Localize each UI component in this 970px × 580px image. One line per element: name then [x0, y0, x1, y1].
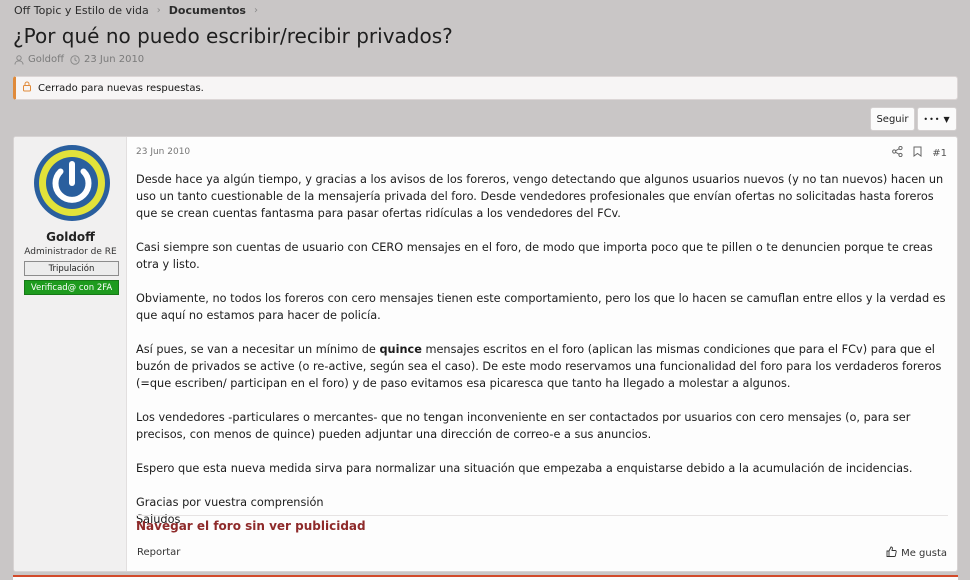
breadcrumb: Off Topic y Estilo de vida › Documentos … — [14, 4, 266, 17]
post-paragraph: Casi siempre son cuentas de usuario con … — [136, 241, 933, 271]
clock-icon — [70, 54, 80, 65]
crew-badge: Tripulación — [24, 261, 119, 276]
user-icon — [14, 54, 24, 65]
like-label: Me gusta — [901, 547, 947, 559]
follow-button[interactable]: Seguir — [870, 107, 915, 131]
post: Goldoff Administrador de RE Tripulación … — [13, 136, 958, 572]
post-number-link[interactable]: #1 — [932, 148, 947, 159]
power-icon — [34, 145, 110, 221]
next-post-edge — [13, 575, 958, 580]
breadcrumb-parent-link[interactable]: Off Topic y Estilo de vida — [14, 4, 149, 17]
post-paragraph: Desde hace ya algún tiempo, y gracias a … — [136, 173, 944, 220]
post-body: Desde hace ya algún tiempo, y gracias a … — [136, 171, 948, 528]
share-icon[interactable] — [892, 145, 903, 160]
avatar[interactable] — [33, 144, 111, 222]
signature-divider — [136, 515, 948, 516]
post-paragraph: Obviamente, no todos los foreros con cer… — [136, 292, 946, 322]
user-title: Administrador de RE — [24, 247, 117, 257]
chevron-right-icon: › — [156, 5, 161, 16]
like-button[interactable]: Me gusta — [886, 546, 947, 560]
thread-author-link[interactable]: Goldoff — [28, 54, 64, 65]
page-title: ¿Por qué no puedo escribir/recibir priva… — [13, 24, 453, 48]
lock-icon — [22, 81, 32, 95]
signature-link[interactable]: Navegar el foro sin ver publicidad — [136, 519, 366, 533]
report-link[interactable]: Reportar — [137, 547, 180, 558]
post-paragraph: Los vendedores -particulares o mercantes… — [136, 411, 911, 441]
more-options-button[interactable]: ••• ▼ — [917, 107, 957, 131]
post-text-bold: quince — [379, 343, 422, 356]
post-text: Así pues, se van a necesitar un mínimo d… — [136, 343, 380, 356]
caret-down-icon: ▼ — [943, 114, 951, 124]
post-paragraph: Espero que esta nueva medida sirva para … — [136, 462, 913, 475]
bookmark-icon[interactable] — [913, 146, 922, 160]
chevron-right-icon: › — [253, 5, 258, 16]
more-options-label: ••• — [923, 114, 941, 124]
post-text: Gracias por vuestra comprensión — [136, 496, 324, 509]
thumbs-up-icon — [886, 546, 897, 560]
post-paragraph: Así pues, se van a necesitar un mínimo d… — [136, 341, 948, 392]
post-user-column: Goldoff Administrador de RE Tripulación … — [14, 137, 127, 571]
thread-meta: Goldoff 23 Jun 2010 — [14, 54, 144, 65]
breadcrumb-current-link[interactable]: Documentos — [169, 4, 246, 17]
thread-date[interactable]: 23 Jun 2010 — [84, 54, 144, 65]
post-actions: #1 — [892, 145, 947, 160]
post-username[interactable]: Goldoff — [14, 230, 127, 244]
closed-notice: Cerrado para nuevas respuestas. — [13, 76, 958, 100]
post-date[interactable]: 23 Jun 2010 — [136, 147, 190, 157]
closed-notice-text: Cerrado para nuevas respuestas. — [38, 82, 204, 94]
two-factor-badge: Verificad@ con 2FA — [24, 280, 119, 295]
